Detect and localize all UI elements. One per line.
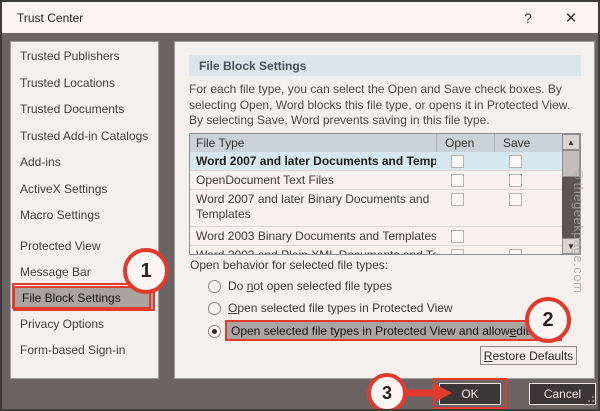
open-checkbox[interactable] [451,230,464,243]
radio-option-protected-view-allow-editing[interactable] [208,323,221,339]
resize-grip-icon[interactable] [583,395,595,407]
sidebar: Trusted Publishers Trusted Locations Tru… [10,41,159,379]
table-header-row: File Type Open Save [190,134,580,152]
open-checkbox[interactable] [451,249,464,254]
sidebar-item-privacy-options[interactable]: Privacy Options [11,311,158,338]
sidebar-item-trusted-documents[interactable]: Trusted Documents [11,96,158,123]
radio-label: Do not open selected file types [228,279,393,293]
table-row[interactable]: Word 2007 and later Documents and Templa… [190,152,580,171]
save-checkbox[interactable] [509,193,522,206]
description-line: For each file type, you can select the O… [189,82,562,96]
file-type-label: Word 2007 and later Documents and Templa… [196,154,436,168]
sidebar-item-macro-settings[interactable]: Macro Settings [11,202,158,229]
title-bar: Trust Center ? ✕ [2,2,598,33]
radio-option-do-not-open[interactable]: Do not open selected file types [208,278,392,294]
sidebar-item-activex-settings[interactable]: ActiveX Settings [11,176,158,203]
open-behavior-label: Open behavior for selected file types: [190,258,389,272]
radio-icon-selected[interactable] [208,324,221,338]
selected-option-highlight[interactable]: Open selected file types in Protected Vi… [225,320,562,341]
sidebar-item-trusted-publishers[interactable]: Trusted Publishers [11,43,158,70]
annotation-step-2: 2 [525,297,571,343]
restore-defaults-button[interactable]: Restore Defaults [480,346,577,365]
sidebar-item-trusted-addin-catalogs[interactable]: Trusted Add-in Catalogs [11,123,158,150]
section-title: File Block Settings [199,58,307,73]
help-icon[interactable]: ? [511,2,545,33]
save-checkbox[interactable] [509,174,522,187]
column-header-open: Open [436,134,494,152]
file-type-table: File Type Open Save Word 2007 and later … [189,133,581,255]
table-row[interactable]: OpenDocument Text Files [190,171,580,190]
sidebar-item-form-based-sign-in[interactable]: Form-based Sign-in [11,337,158,364]
table-row[interactable]: Word 2007 and later Binary Documents and… [190,190,580,227]
description-line: selecting Open, Word blocks this file ty… [189,97,571,112]
annotation-step-1: 1 [123,248,169,294]
file-type-label: Word 2007 and later Binary Documents and… [196,192,430,221]
radio-icon[interactable] [208,301,221,315]
annotation-arrow [402,383,452,403]
description-text: For each file type, you can select the O… [189,82,589,129]
close-icon[interactable]: ✕ [554,2,588,33]
trust-center-dialog: Trust Center ? ✕ Trusted Publishers Trus… [0,0,600,411]
radio-option-protected-view[interactable]: Open selected file types in Protected Vi… [208,300,453,316]
save-checkbox[interactable] [509,249,522,254]
column-header-save: Save [494,134,548,152]
section-header: File Block Settings [189,55,581,76]
description-line: By selecting Save, Word prevents saving … [189,113,490,127]
sidebar-item-add-ins[interactable]: Add-ins [11,149,158,176]
open-checkbox[interactable] [451,155,464,168]
watermark-text: ©thegeekpage.com [571,167,586,294]
open-checkbox[interactable] [451,174,464,187]
file-type-label: Word 2003 Binary Documents and Templates [196,229,436,243]
column-header-file-type: File Type [196,136,245,150]
open-checkbox[interactable] [451,193,464,206]
scroll-up-icon[interactable]: ▲ [562,134,580,150]
table-row[interactable]: Word 2003 and Plain XML Documents and Te… [190,246,580,255]
radio-icon[interactable] [208,279,221,293]
file-type-label: Word 2003 and Plain XML Documents and Te… [196,248,436,255]
sidebar-item-trusted-locations[interactable]: Trusted Locations [11,70,158,97]
save-checkbox[interactable] [509,155,522,168]
radio-label: Open selected file types in Protected Vi… [228,301,453,315]
dialog-title: Trust Center [17,10,84,25]
file-type-label: OpenDocument Text Files [196,173,334,187]
table-row[interactable]: Word 2003 Binary Documents and Templates [190,227,580,246]
annotation-step-3: 3 [367,373,407,409]
